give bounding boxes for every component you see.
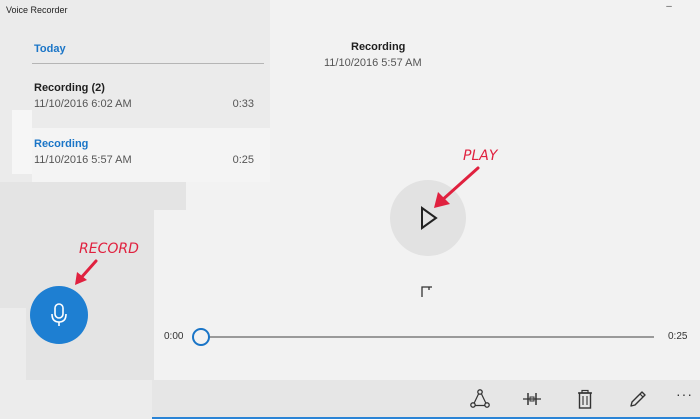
microphone-icon	[51, 303, 67, 326]
playback-progress-thumb[interactable]	[192, 328, 210, 346]
recording-name: Recording (2)	[34, 82, 105, 94]
recording-date: 11/10/2016 5:57 AM	[34, 154, 132, 166]
recording-date: 11/10/2016 6:02 AM	[34, 98, 132, 110]
playback-title: Recording	[351, 41, 406, 53]
recordings-sidebar: Voice Recorder Today Recording (2) 11/10…	[0, 0, 270, 419]
elapsed-time: 0:00	[164, 331, 184, 342]
playback-date: 11/10/2016 5:57 AM	[324, 57, 422, 69]
recording-name: Recording	[34, 138, 89, 150]
more-options-button[interactable]: ···	[676, 386, 693, 402]
total-time: 0:25	[668, 331, 688, 342]
playback-progress-track[interactable]	[200, 336, 654, 338]
play-annotation-label: PLAY	[463, 148, 498, 164]
recording-list-item-selected[interactable]: Recording 11/10/2016 5:57 AM 0:25	[32, 128, 270, 182]
command-bar	[152, 380, 700, 419]
record-annotation-arrow	[75, 259, 98, 285]
recording-duration: 0:33	[232, 98, 254, 110]
section-header-today: Today	[34, 43, 66, 55]
minimize-button[interactable]: –	[662, 2, 676, 13]
bottom-left-area	[0, 380, 152, 419]
selection-highlight	[12, 110, 32, 174]
recording-duration: 0:25	[232, 154, 254, 166]
delete-icon[interactable]	[574, 388, 596, 410]
add-marker-icon[interactable]	[420, 284, 436, 298]
section-divider	[32, 63, 264, 64]
play-annotation-arrow	[434, 166, 480, 208]
recording-list-item[interactable]: Recording (2) 11/10/2016 6:02 AM 0:33	[32, 72, 270, 126]
rename-icon[interactable]	[627, 388, 649, 410]
sidebar-panel-step	[0, 182, 186, 210]
share-icon[interactable]	[469, 388, 491, 410]
app-title: Voice Recorder	[6, 5, 68, 15]
trim-icon[interactable]	[521, 388, 543, 410]
sidebar-panel-patch	[0, 308, 26, 380]
record-button[interactable]	[30, 286, 88, 344]
record-annotation-label: RECORD	[79, 241, 139, 257]
